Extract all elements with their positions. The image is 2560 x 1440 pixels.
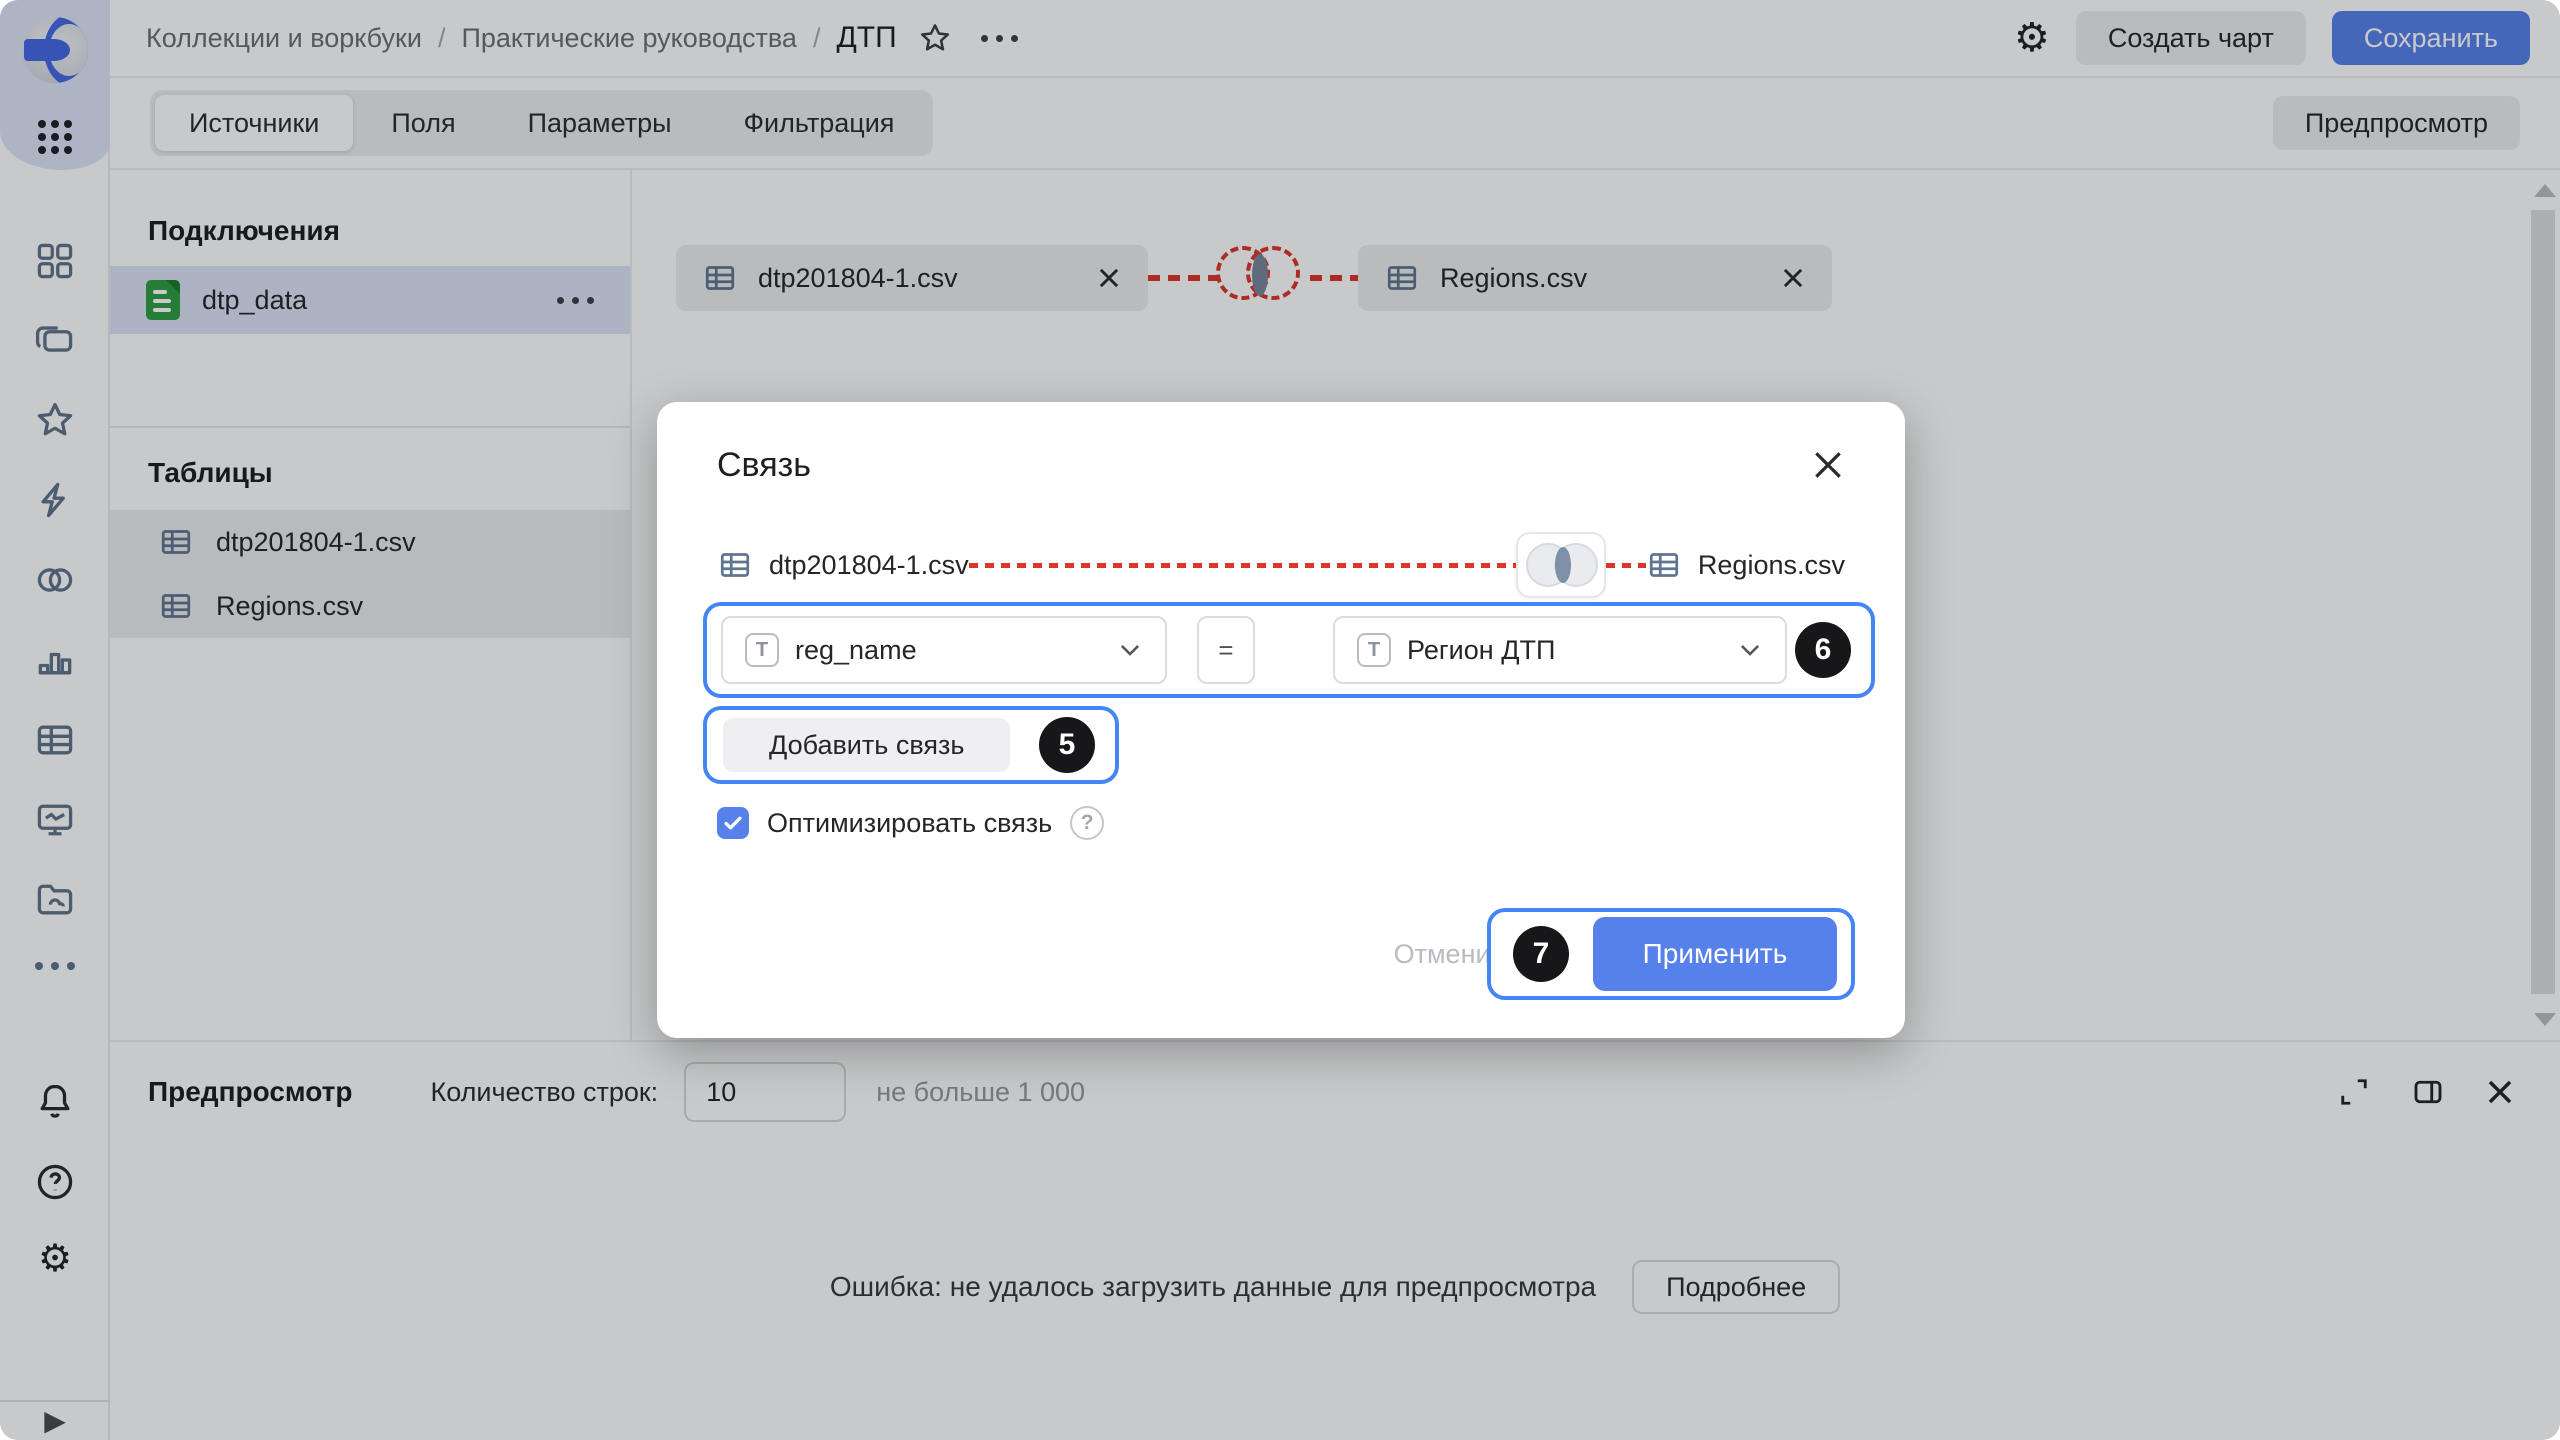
optimize-help-icon[interactable]: ? (1070, 806, 1104, 840)
table-icon (1646, 547, 1682, 583)
annotation-box-apply: 7 Применить (1487, 908, 1855, 1000)
table-icon (717, 547, 753, 583)
link-modal: Связь dtp201804-1.csv Regions.csv (657, 402, 1905, 1038)
right-field-select[interactable]: T Регион ДТП (1333, 616, 1787, 684)
chevron-down-icon (1737, 637, 1763, 663)
modal-title: Связь (717, 446, 811, 485)
modal-close-button[interactable] (1811, 448, 1845, 482)
annotation-box-add-link: Добавить связь 5 (703, 706, 1119, 784)
app-window: ⚙ ▶ Коллекции и воркбуки / Практические … (0, 0, 2560, 1440)
operator-button[interactable]: = (1197, 616, 1255, 684)
left-field-select[interactable]: T reg_name (721, 616, 1167, 684)
modal-right-table-name: Regions.csv (1698, 550, 1845, 581)
modal-footer: Отменить 7 Применить (717, 908, 1845, 1000)
join-line (969, 563, 1516, 568)
annotation-badge-7: 7 (1513, 926, 1569, 982)
chevron-down-icon (1117, 637, 1143, 663)
apply-button[interactable]: Применить (1593, 917, 1837, 991)
field-type-string-icon: T (745, 633, 779, 667)
annotation-badge-5: 5 (1039, 717, 1095, 773)
check-icon (722, 812, 744, 834)
join-line (1606, 563, 1646, 568)
close-icon (1811, 448, 1845, 482)
optimize-row: Оптимизировать связь ? (717, 806, 1845, 840)
annotation-box-condition: T reg_name = T Регион ДТП 6 (703, 602, 1875, 698)
left-field-value: reg_name (795, 635, 917, 666)
annotation-badge-6: 6 (1795, 622, 1851, 678)
join-type-button[interactable] (1516, 532, 1606, 598)
venn-intersection (1555, 547, 1571, 583)
add-link-button[interactable]: Добавить связь (723, 718, 1010, 772)
right-field-value: Регион ДТП (1407, 635, 1555, 666)
optimize-checkbox[interactable] (717, 807, 749, 839)
modal-left-table-name: dtp201804-1.csv (769, 550, 969, 581)
modal-tables-row: dtp201804-1.csv Regions.csv (717, 532, 1845, 598)
field-type-string-icon: T (1357, 633, 1391, 667)
optimize-label: Оптимизировать связь (767, 808, 1052, 839)
